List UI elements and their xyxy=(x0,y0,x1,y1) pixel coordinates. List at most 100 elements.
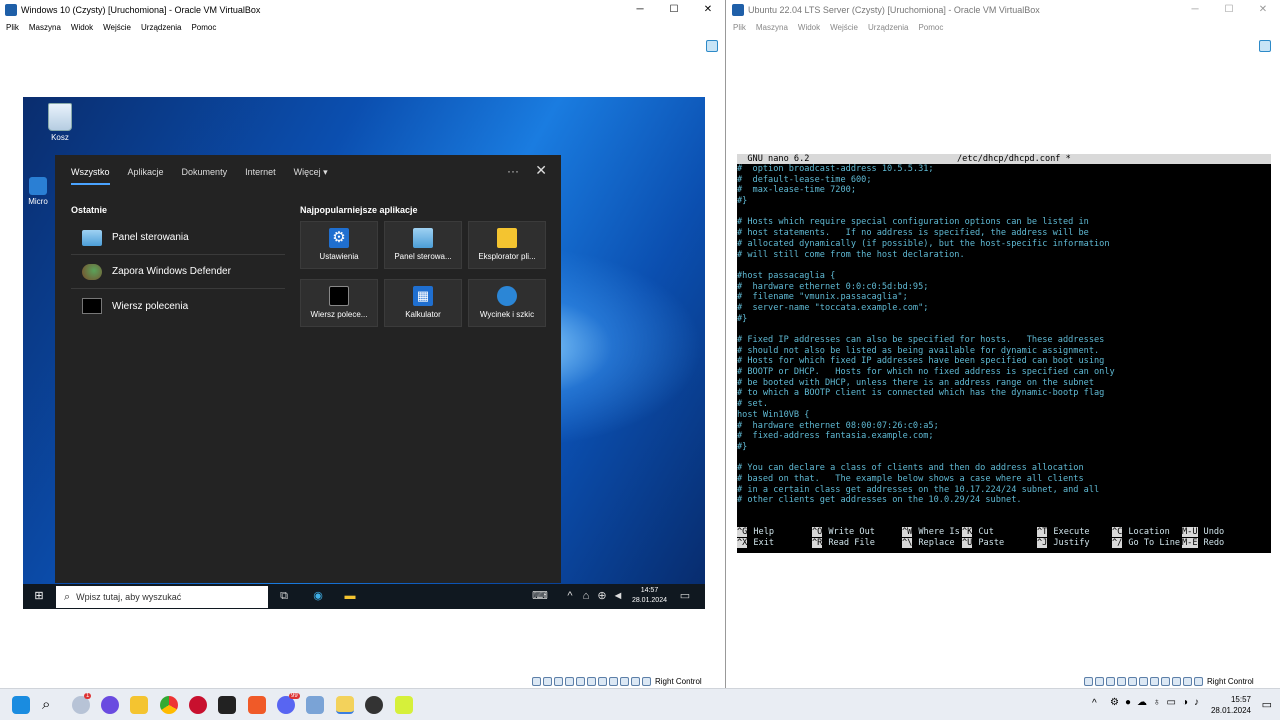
display-icon[interactable] xyxy=(598,676,607,686)
file-explorer-icon[interactable]: ▬ xyxy=(342,588,358,604)
nano-shortcut[interactable]: ^T Execute xyxy=(1037,527,1090,538)
app-red-icon[interactable] xyxy=(189,696,207,714)
menu-pomoc[interactable]: Pomoc xyxy=(918,20,943,35)
recording-icon[interactable] xyxy=(1161,676,1170,686)
nano-shortcut[interactable]: ^K Cut xyxy=(962,527,994,538)
close-icon[interactable]: ✕ xyxy=(535,162,547,179)
tray-chevron-icon[interactable]: ^ xyxy=(562,588,578,604)
maximize-button[interactable]: ☐ xyxy=(657,0,691,20)
nano-shortcut[interactable]: ^W Where Is xyxy=(902,527,960,538)
recent-item-cmd[interactable]: Wiersz polecenia xyxy=(71,289,285,323)
nano-shortcut[interactable]: M-E Redo xyxy=(1182,537,1224,549)
title-bar[interactable]: Windows 10 (Czysty) [Uruchomiona] - Orac… xyxy=(0,0,725,20)
menu-plik[interactable]: Plik xyxy=(6,20,19,35)
hdd-icon[interactable] xyxy=(532,676,541,686)
tab-documents[interactable]: Dokumenty xyxy=(182,155,228,189)
close-button[interactable]: ✕ xyxy=(691,0,725,20)
usb-icon[interactable] xyxy=(576,676,585,686)
tab-more[interactable]: Więcej ▾ xyxy=(294,155,328,189)
desktop-icon-recycle-bin[interactable]: Kosz xyxy=(35,103,85,142)
recent-item-zapora[interactable]: Zapora Windows Defender xyxy=(71,255,285,289)
menu-wejscie[interactable]: Wejście xyxy=(103,20,131,35)
menu-wejscie[interactable]: Wejście xyxy=(830,20,858,35)
tab-all[interactable]: Wszystko xyxy=(71,155,110,189)
search-box[interactable]: ⌕ Wpisz tutaj, aby wyszukać xyxy=(56,586,268,608)
volume-icon[interactable]: ◄ xyxy=(610,588,626,604)
menu-urzadzenia[interactable]: Urządzenia xyxy=(868,20,908,35)
tray-icons[interactable]: ⚙●☁♁▭◑♪ xyxy=(1110,697,1205,708)
minimize-button[interactable]: ─ xyxy=(623,0,657,20)
cpu-icon[interactable] xyxy=(620,676,629,686)
file-explorer-icon[interactable] xyxy=(130,696,148,714)
nano-shortcut[interactable]: ^R Read File xyxy=(812,537,875,549)
nano-shortcut[interactable]: M-U Undo xyxy=(1182,527,1224,538)
display-icon[interactable] xyxy=(1150,676,1159,686)
search-icon[interactable]: ⌕ xyxy=(42,696,60,714)
notification-pin-icon[interactable] xyxy=(1259,40,1271,52)
minimize-button[interactable]: ─ xyxy=(1178,0,1212,20)
nano-shortcut[interactable]: ^C Location xyxy=(1112,527,1170,538)
menu-plik[interactable]: Plik xyxy=(733,20,746,35)
tile-panel-sterowania[interactable]: Panel sterowa... xyxy=(384,221,462,269)
tile-kalkulator[interactable]: ▦ Kalkulator xyxy=(384,279,462,327)
maximize-button[interactable]: ☐ xyxy=(1212,0,1246,20)
nano-shortcut[interactable]: ^X Exit xyxy=(737,537,774,549)
hdd-icon[interactable] xyxy=(1084,676,1093,686)
keyboard-status-icon[interactable] xyxy=(642,676,651,686)
notification-center-icon[interactable]: ▭ xyxy=(1262,698,1272,711)
host-clock[interactable]: 15:57 28.01.2024 xyxy=(1211,694,1251,716)
usb-icon[interactable] xyxy=(1128,676,1137,686)
windows-start-icon[interactable]: ⊞ xyxy=(31,588,47,604)
network-status-icon[interactable] xyxy=(565,676,574,686)
cpu-icon[interactable] xyxy=(1172,676,1181,686)
messenger-icon[interactable] xyxy=(101,696,119,714)
tile-wycinek[interactable]: Wycinek i szkic xyxy=(468,279,546,327)
task-view-icon[interactable]: ⧉ xyxy=(276,588,292,604)
keyboard-status-icon[interactable] xyxy=(1194,676,1203,686)
notification-pin-icon[interactable] xyxy=(706,40,718,52)
nano-shortcut[interactable]: ^\ Replace xyxy=(902,537,955,549)
shared-folder-icon[interactable] xyxy=(1139,676,1148,686)
chrome-icon[interactable] xyxy=(160,696,178,714)
close-button[interactable]: ✕ xyxy=(1246,0,1280,20)
network-icon[interactable]: ⌂ xyxy=(578,588,594,604)
ubuntu-terminal[interactable]: GNU nano 6.2 /etc/dhcp/dhcpd.conf * # op… xyxy=(737,154,1271,553)
desktop-icon-edge[interactable]: Micro xyxy=(23,177,53,206)
win-clock[interactable]: 14:57 28.01.2024 xyxy=(632,586,667,606)
optical-icon[interactable] xyxy=(543,676,552,686)
tile-ustawienia[interactable]: ⚙ Ustawienia xyxy=(300,221,378,269)
menu-maszyna[interactable]: Maszyna xyxy=(29,20,61,35)
menu-urzadzenia[interactable]: Urządzenia xyxy=(141,20,181,35)
tab-internet[interactable]: Internet xyxy=(245,155,276,189)
menu-pomoc[interactable]: Pomoc xyxy=(191,20,216,35)
tray-chevron-icon[interactable]: ^ xyxy=(1092,698,1097,709)
app-circle-icon[interactable] xyxy=(365,696,383,714)
app-check-icon[interactable] xyxy=(395,696,413,714)
audio-icon[interactable] xyxy=(554,676,563,686)
audio-icon[interactable] xyxy=(1106,676,1115,686)
network-status-icon[interactable] xyxy=(1117,676,1126,686)
mouse-integration-icon[interactable] xyxy=(631,676,640,686)
brave-icon[interactable] xyxy=(248,696,266,714)
tile-eksplorator[interactable]: Eksplorator pli... xyxy=(468,221,546,269)
globe-icon[interactable]: ⊕ xyxy=(594,588,610,604)
tab-apps[interactable]: Aplikacje xyxy=(128,155,164,189)
virtualbox-cube-icon[interactable] xyxy=(306,696,324,714)
app-dark-icon[interactable] xyxy=(218,696,236,714)
nano-shortcut[interactable]: ^U Paste xyxy=(962,537,1004,549)
menu-widok[interactable]: Widok xyxy=(71,20,93,35)
notification-icon[interactable]: ▭ xyxy=(677,588,693,604)
title-bar[interactable]: Ubuntu 22.04 LTS Server (Czysty) [Urucho… xyxy=(727,0,1280,20)
windows10-vm-screen[interactable]: Kosz Micro Wszystko Aplikacje Dokumenty … xyxy=(23,97,705,609)
windows-start-icon[interactable] xyxy=(12,696,30,714)
tile-wiersz-polecenia[interactable]: Wiersz polece... xyxy=(300,279,378,327)
shared-folder-icon[interactable] xyxy=(587,676,596,686)
app-notepad-icon[interactable] xyxy=(336,696,354,714)
nano-shortcut[interactable]: ^G Help xyxy=(737,527,774,538)
edge-icon[interactable]: ◉ xyxy=(310,588,326,604)
recent-item-panel-sterowania[interactable]: Panel sterowania xyxy=(71,221,285,255)
nano-shortcut[interactable]: ^J Justify xyxy=(1037,537,1090,549)
nano-buffer[interactable]: # option broadcast-address 10.5.5.31; # d… xyxy=(737,164,1271,506)
optical-icon[interactable] xyxy=(1095,676,1104,686)
recording-icon[interactable] xyxy=(609,676,618,686)
